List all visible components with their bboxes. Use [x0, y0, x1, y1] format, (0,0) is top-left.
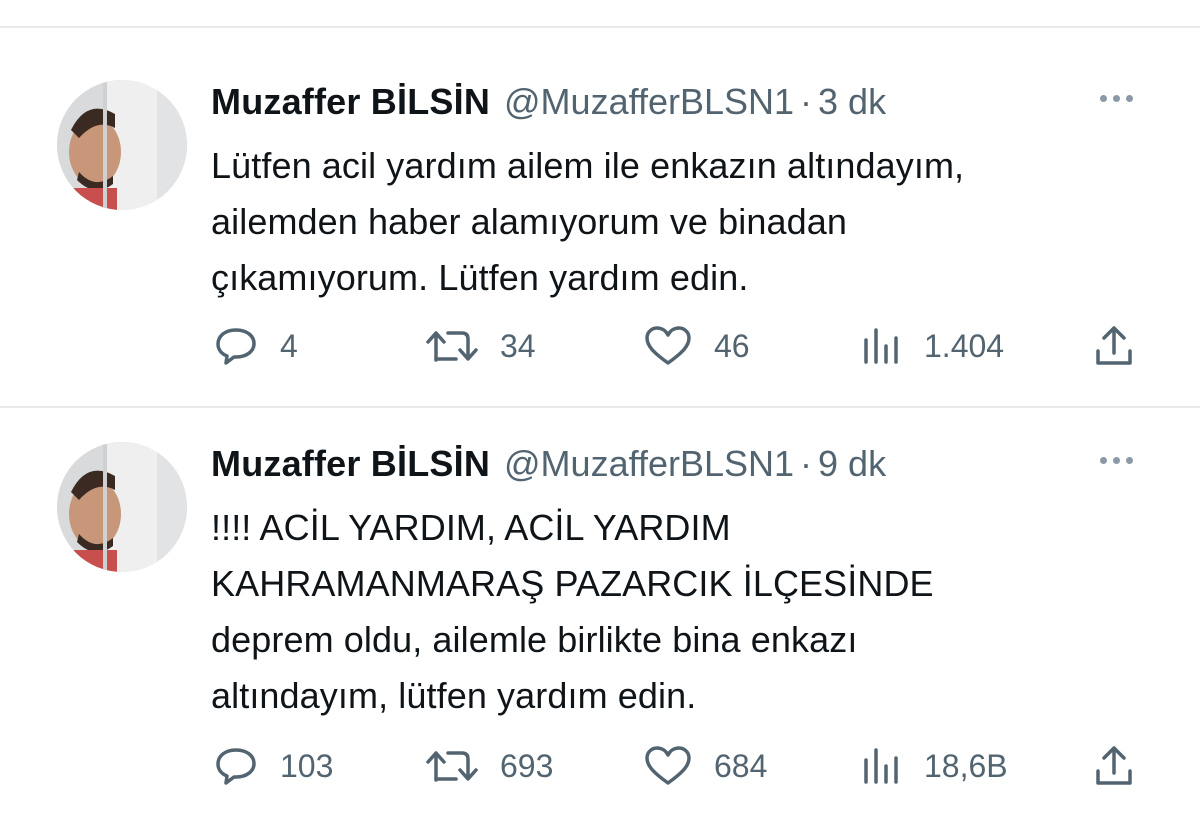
- reply-count: 103: [280, 747, 334, 784]
- user-handle[interactable]: @MuzafferBLSN1: [504, 80, 794, 124]
- tweet-text-line: ailemden haber alamıyorum ve binadan: [211, 201, 847, 242]
- display-name[interactable]: Muzaffer BİLSİN: [211, 442, 490, 486]
- display-name[interactable]: Muzaffer BİLSİN: [211, 80, 490, 124]
- views-button[interactable]: 18,6B: [862, 744, 1008, 788]
- share-icon: [1094, 325, 1134, 367]
- heart-icon: [644, 745, 692, 787]
- views-icon: [862, 326, 902, 366]
- tweet-text-line: çıkamıyorum. Lütfen yardım edin.: [211, 257, 749, 298]
- action-bar: 103 693 684 18,6B: [0, 744, 1200, 788]
- tweet-text: !!!! ACİL YARDIM, ACİL YARDIM KAHRAMANMA…: [211, 500, 1141, 724]
- separator: ·: [800, 443, 813, 484]
- tweet-header: Muzaffer BİLSİN @MuzafferBLSN1 · 3 dk: [211, 80, 886, 130]
- views-icon: [862, 746, 902, 786]
- like-count: 684: [714, 747, 768, 784]
- share-button[interactable]: [1094, 744, 1134, 788]
- divider: [0, 406, 1200, 408]
- reply-count: 4: [280, 327, 298, 364]
- views-button[interactable]: 1.404: [862, 324, 1004, 368]
- retweet-button[interactable]: 693: [426, 744, 553, 788]
- reply-button[interactable]: 4: [214, 324, 298, 368]
- like-count: 46: [714, 327, 750, 364]
- like-button[interactable]: 46: [644, 324, 750, 368]
- like-button[interactable]: 684: [644, 744, 767, 788]
- retweet-button[interactable]: 34: [426, 324, 536, 368]
- tweet-feed: Muzaffer BİLSİN @MuzafferBLSN1 · 3 dk Lü…: [0, 0, 1200, 814]
- avatar[interactable]: [57, 442, 187, 572]
- tweet-text-line: deprem oldu, ailemle birlikte bina enkaz…: [211, 619, 858, 660]
- tweet-text-line: Lütfen acil yardım ailem ile enkazın alt…: [211, 145, 965, 186]
- retweet-icon: [426, 326, 478, 366]
- reply-icon: [214, 326, 258, 366]
- separator: ·: [800, 81, 813, 122]
- tweet[interactable]: Muzaffer BİLSİN @MuzafferBLSN1 · 9 dk !!…: [0, 442, 1200, 802]
- heart-icon: [644, 325, 692, 367]
- more-icon[interactable]: [1094, 442, 1138, 478]
- reply-button[interactable]: 103: [214, 744, 333, 788]
- tweet-header: Muzaffer BİLSİN @MuzafferBLSN1 · 9 dk: [211, 442, 886, 492]
- tweet[interactable]: Muzaffer BİLSİN @MuzafferBLSN1 · 3 dk Lü…: [0, 80, 1200, 380]
- share-button[interactable]: [1094, 324, 1134, 368]
- tweet-text-line: !!!! ACİL YARDIM, ACİL YARDIM: [211, 507, 731, 548]
- avatar[interactable]: [57, 80, 187, 210]
- user-handle[interactable]: @MuzafferBLSN1: [504, 442, 794, 486]
- retweet-count: 34: [500, 327, 536, 364]
- share-icon: [1094, 745, 1134, 787]
- retweet-icon: [426, 746, 478, 786]
- tweet-text-line: altındayım, lütfen yardım edin.: [211, 675, 697, 716]
- views-count: 18,6B: [924, 747, 1008, 784]
- reply-icon: [214, 746, 258, 786]
- divider: [0, 26, 1200, 28]
- more-icon[interactable]: [1094, 80, 1138, 116]
- action-bar: 4 34 46 1.404: [0, 324, 1200, 368]
- views-count: 1.404: [924, 327, 1005, 364]
- tweet-text: Lütfen acil yardım ailem ile enkazın alt…: [211, 138, 1141, 306]
- timestamp[interactable]: 3 dk: [818, 80, 886, 124]
- retweet-count: 693: [500, 747, 554, 784]
- timestamp[interactable]: 9 dk: [818, 442, 886, 486]
- tweet-text-line: KAHRAMANMARAŞ PAZARCIK İLÇESİNDE: [211, 563, 934, 604]
